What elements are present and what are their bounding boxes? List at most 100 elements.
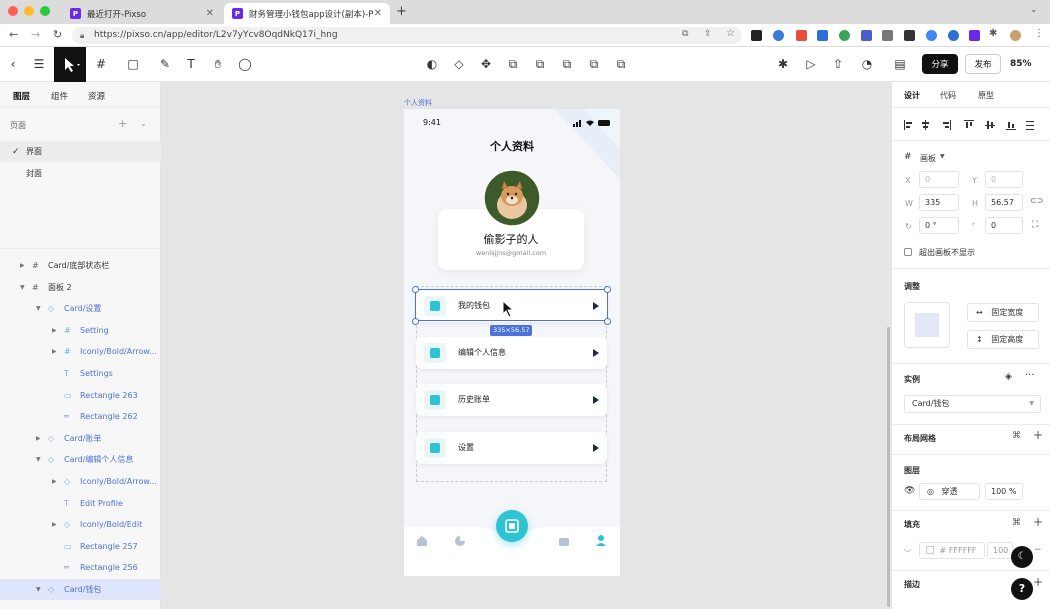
share-button[interactable]: 分享 — [922, 54, 958, 74]
extension-icon[interactable] — [817, 30, 828, 41]
hidden-eye-icon[interactable]: ◡ — [904, 544, 911, 553]
height-field[interactable]: 56.57 — [985, 194, 1023, 211]
extension-icon[interactable] — [882, 30, 893, 41]
more-options-icon[interactable]: ··· — [1025, 370, 1035, 381]
menu-item[interactable]: 设置 — [416, 432, 607, 464]
eye-icon[interactable]: 👁︎ — [904, 486, 915, 496]
menu-item[interactable]: 历史账单 — [416, 384, 607, 416]
tab-editor[interactable]: P 财务管理小钱包app设计(副本)-P ✕ — [224, 3, 390, 24]
resize-handle[interactable] — [412, 318, 419, 325]
expand-chevron-icon[interactable]: ▼ — [36, 586, 41, 593]
mask-icon[interactable]: ◐ — [424, 56, 440, 72]
layer-row[interactable]: ▶ ◇ Iconly/Bold/Arrow... — [0, 471, 161, 492]
extension-icon[interactable] — [904, 30, 915, 41]
add-page-icon[interactable]: + — [118, 117, 127, 130]
extension-icon[interactable] — [773, 30, 784, 41]
close-tab-icon[interactable]: ✕ — [374, 8, 382, 19]
component-icon[interactable]: ◇ — [451, 56, 467, 72]
back-chevron-icon[interactable]: ‹ — [5, 56, 21, 72]
layer-row[interactable]: ▼ ◇ Card/编辑个人信息 — [0, 449, 161, 470]
panel-layout-icon[interactable]: ▤ — [892, 56, 908, 72]
corner-radius-field[interactable]: 0 — [985, 217, 1023, 234]
fill-color-field[interactable]: # FFFFFF — [919, 542, 985, 559]
expand-chevron-icon[interactable]: ▶ — [20, 262, 25, 269]
extension-icon[interactable] — [926, 30, 937, 41]
minimize-window-button[interactable] — [24, 6, 34, 16]
dark-mode-toggle[interactable]: ☾ — [1011, 546, 1033, 568]
add-fill-icon[interactable]: + — [1033, 515, 1043, 529]
tab-layers[interactable]: 图层 — [13, 90, 30, 102]
independent-corners-icon[interactable]: ⛶ — [1032, 220, 1038, 230]
align-center-icon[interactable]: ✥ — [478, 56, 494, 72]
add-stroke-icon[interactable]: + — [1033, 575, 1043, 589]
resize-handle[interactable] — [412, 286, 419, 293]
extension-icon[interactable] — [839, 30, 850, 41]
frame-tool-icon[interactable]: # — [93, 56, 109, 72]
fill-opacity-field[interactable]: 100 — [987, 542, 1013, 559]
tab-components[interactable]: 组件 — [51, 90, 68, 102]
kebab-menu-icon[interactable]: ⋮ — [1034, 28, 1044, 39]
expand-chevron-icon[interactable]: ▼ — [36, 305, 41, 312]
vertical-resizing-select[interactable]: ↕ 固定高度 — [967, 330, 1039, 349]
instance-select[interactable]: Card/钱包 ▼ — [904, 395, 1041, 413]
reload-icon[interactable]: ↻ — [53, 28, 62, 41]
scan-button[interactable] — [496, 510, 528, 542]
boolean-union-icon[interactable]: ⧉ — [505, 56, 521, 72]
layer-row[interactable]: ═ Rectangle 262 — [0, 406, 161, 427]
layer-row[interactable]: ▼ ◇ Card/设置 — [0, 298, 161, 319]
bookmark-star-icon[interactable]: ☆ — [726, 28, 735, 39]
url-field[interactable]: 🔒︎ https://pixso.cn/app/editor/L2v7yYcv8… — [72, 27, 742, 44]
tab-assets[interactable]: 资源 — [88, 90, 105, 102]
expand-chevron-icon[interactable]: ▶ — [52, 348, 57, 355]
open-in-app-icon[interactable]: ⧉ — [682, 29, 688, 39]
tab-prototype[interactable]: 原型 — [978, 90, 994, 101]
share-page-icon[interactable]: ⇪ — [704, 29, 712, 39]
pen-tool-icon[interactable]: ✎ — [157, 56, 173, 72]
zoom-window-button[interactable] — [40, 6, 50, 16]
tab-list-chevron-icon[interactable]: ⌄ — [1030, 5, 1038, 15]
remove-fill-icon[interactable]: − — [1034, 545, 1042, 555]
move-tool-button[interactable] — [54, 47, 86, 82]
new-tab-icon[interactable]: + — [396, 4, 407, 19]
layer-row[interactable]: T Settings — [0, 363, 161, 384]
main-menu-icon[interactable]: ☰ — [31, 56, 47, 72]
expand-chevron-icon[interactable]: ▶ — [52, 327, 57, 334]
expand-chevron-icon[interactable]: ▼ — [36, 456, 41, 463]
collapse-pages-chevron-icon[interactable]: ⌄ — [140, 119, 147, 128]
y-field[interactable]: 0 — [985, 171, 1023, 188]
extension-icon[interactable] — [796, 30, 807, 41]
close-tab-icon[interactable]: ✕ — [206, 8, 214, 19]
home-icon[interactable] — [416, 535, 428, 547]
expand-chevron-icon[interactable]: ▶ — [52, 478, 57, 485]
frame-label[interactable]: 个人资料 — [404, 98, 432, 108]
alignment-toolbar[interactable] — [902, 119, 1047, 131]
avatar[interactable] — [1010, 30, 1021, 41]
boolean-subtract-icon[interactable]: ⧉ — [532, 56, 548, 72]
puzzle-icon[interactable]: ✱ — [989, 28, 997, 39]
profile-nav-icon[interactable] — [595, 534, 607, 547]
upload-icon[interactable]: ⇧ — [830, 56, 846, 72]
extension-icon[interactable] — [861, 30, 872, 41]
blend-mode-select[interactable]: ◎ 穿透 — [919, 483, 980, 500]
rotation-field[interactable]: 0 ° — [919, 217, 959, 234]
layer-row[interactable]: ▶ # Iconly/Bold/Arrow... — [0, 341, 161, 362]
resize-handle[interactable] — [604, 286, 611, 293]
layer-row[interactable]: ▼ # 面板 2 — [0, 277, 161, 298]
expand-chevron-icon[interactable]: ▼ — [20, 284, 25, 291]
width-field[interactable]: 335 — [919, 194, 959, 211]
canvas-scrollbar[interactable] — [887, 327, 890, 607]
menu-item[interactable]: 编辑个人信息 — [416, 337, 607, 369]
zoom-level[interactable]: 85% — [1010, 59, 1032, 69]
back-icon[interactable]: ← — [9, 28, 18, 41]
wallet-nav-icon[interactable] — [558, 535, 570, 547]
pie-chart-icon[interactable] — [454, 535, 466, 547]
layer-row[interactable]: ▶ # Card/底部状态栏 — [0, 255, 161, 276]
expand-chevron-icon[interactable]: ▶ — [52, 521, 57, 528]
tab-code[interactable]: 代码 — [940, 90, 956, 101]
fill-swatch[interactable] — [926, 546, 934, 554]
layer-row[interactable]: ▼ ◇ Card/钱包 — [0, 579, 161, 600]
layer-row[interactable]: ▭ Rectangle 257 — [0, 536, 161, 557]
layer-row[interactable]: ▶ ◇ Iconly/Bold/Edit — [0, 514, 161, 535]
constrain-proportions-icon[interactable]: ⊂⊃ — [1030, 196, 1043, 205]
page-item-cover[interactable]: 封面 — [0, 163, 161, 184]
